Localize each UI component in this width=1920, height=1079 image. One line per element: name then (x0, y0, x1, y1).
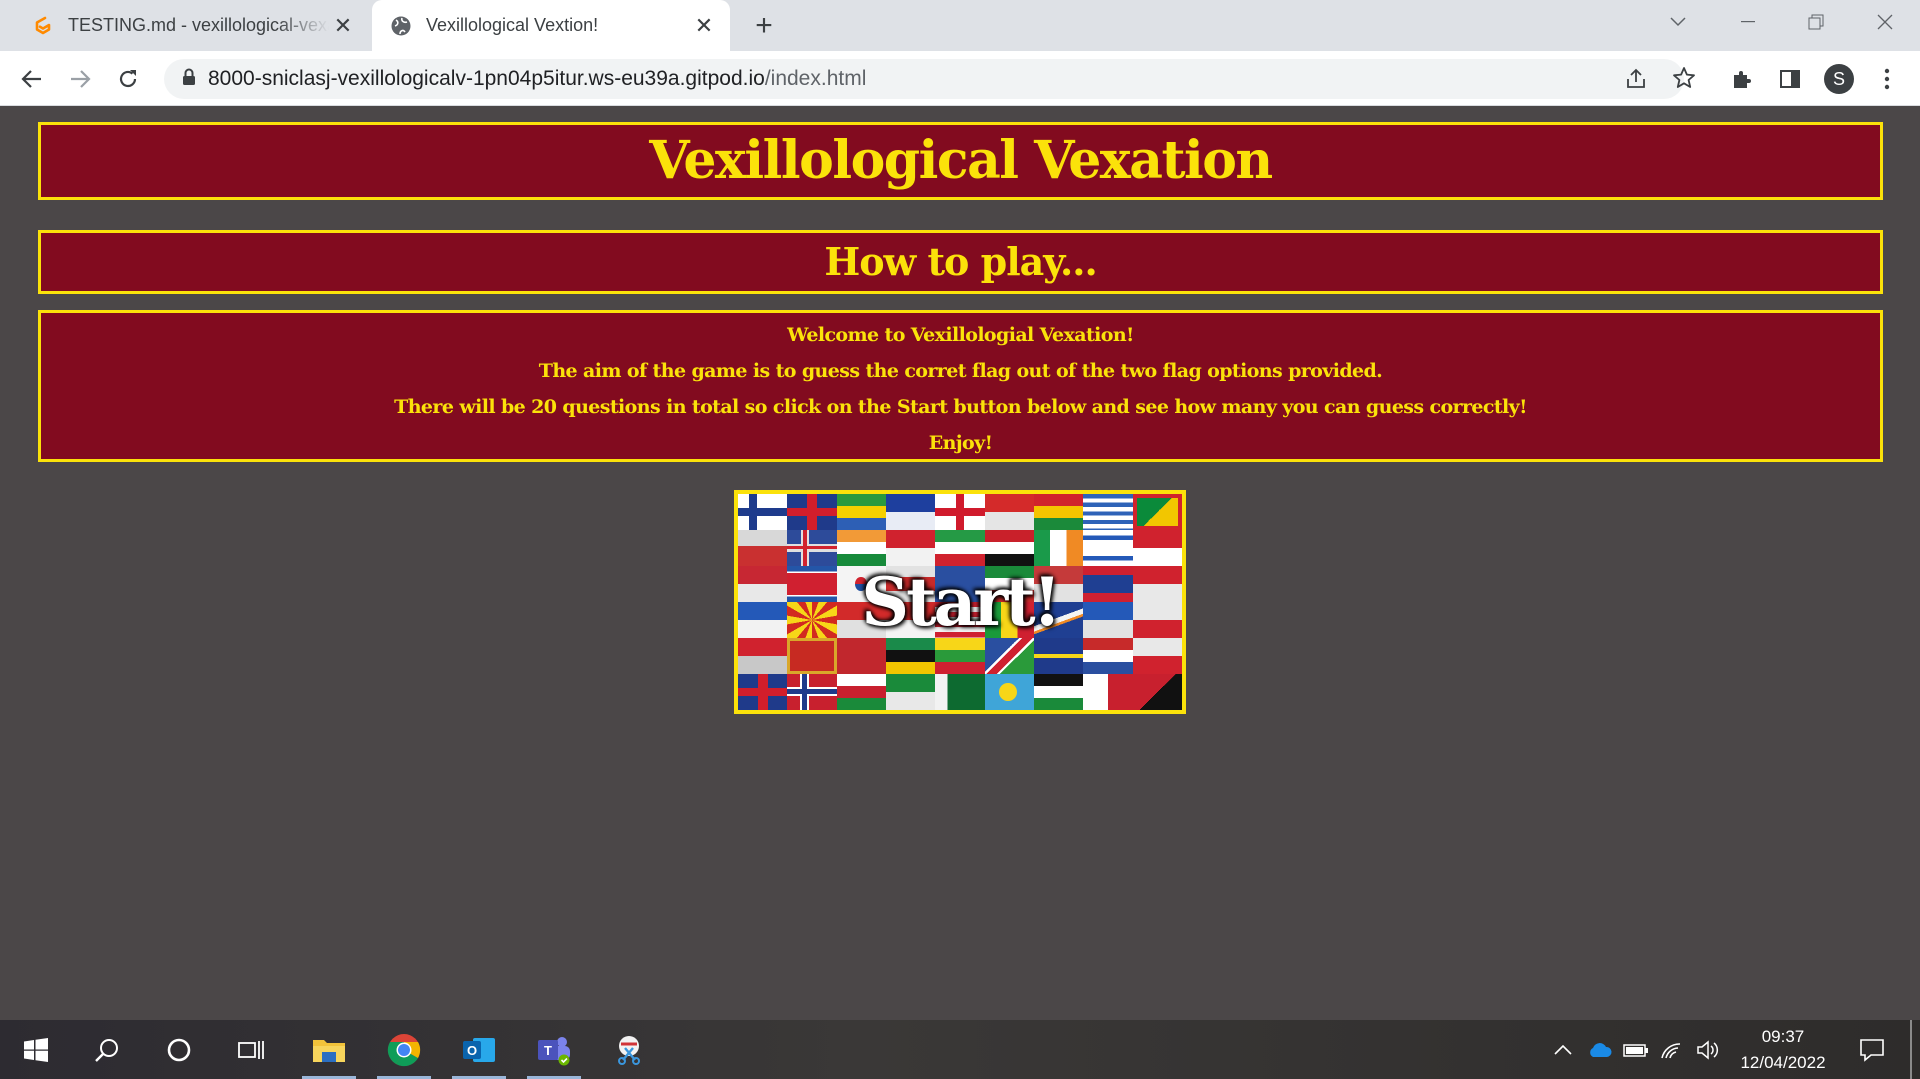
back-arrow-icon[interactable] (13, 60, 51, 98)
url-path: /index.html (764, 67, 867, 90)
browser-tab-strip: TESTING.md - vexillological-vexation ✕ V… (0, 0, 1920, 51)
kebab-menu-icon[interactable] (1868, 60, 1906, 98)
start-button[interactable]: Start! (734, 490, 1186, 714)
address-bar[interactable]: 8000-sniclasj-vexillologicalv-1pn04p5itu… (164, 59, 1695, 99)
tab-search-chevron-icon[interactable] (1648, 0, 1708, 44)
cortana-icon[interactable] (148, 1020, 210, 1079)
page-viewport: Vexillological Vexation How to play... W… (0, 106, 1920, 1020)
close-window-button[interactable] (1855, 0, 1915, 44)
title-panel: Vexillological Vexation (38, 122, 1883, 200)
onedrive-cloud-icon[interactable] (1584, 1020, 1616, 1079)
instruction-line: The aim of the game is to guess the corr… (538, 360, 1383, 382)
windows-taskbar: O T 09:37 12/04/2022 (0, 1020, 1920, 1079)
instruction-line: Enjoy! (928, 432, 993, 454)
tab-title: Vexillological Vextion! (426, 15, 599, 35)
show-hidden-icons-chevron-icon[interactable] (1548, 1020, 1578, 1079)
url-host: 8000-sniclasj-vexillologicalv-1pn04p5itu… (208, 67, 765, 90)
volume-icon[interactable] (1692, 1020, 1724, 1079)
extensions-puzzle-icon[interactable] (1723, 60, 1761, 98)
instructions-panel: Welcome to Vexillologial Vexation! The a… (38, 310, 1883, 462)
page-title: Vexillological Vexation (649, 130, 1273, 191)
restore-button[interactable] (1786, 0, 1846, 44)
search-icon[interactable] (76, 1020, 138, 1079)
clock-date: 12/04/2022 (1740, 1052, 1826, 1072)
outlook-icon[interactable]: O (448, 1020, 510, 1079)
show-desktop-button[interactable] (1910, 1020, 1912, 1079)
tab-testing-md[interactable]: TESTING.md - vexillological-vexation ✕ (14, 0, 369, 51)
instruction-line: There will be 20 questions in total so c… (394, 396, 1527, 418)
clock-time: 09:37 (1761, 1026, 1805, 1046)
wifi-icon[interactable] (1656, 1020, 1688, 1079)
windows-start-icon[interactable] (5, 1020, 67, 1079)
teams-icon[interactable]: T (523, 1020, 585, 1079)
globe-icon (390, 15, 412, 37)
share-icon[interactable] (1624, 67, 1648, 96)
how-to-panel: How to play... (38, 230, 1883, 294)
minimize-button[interactable] (1718, 0, 1778, 44)
battery-icon[interactable] (1620, 1020, 1652, 1079)
lock-icon[interactable] (182, 68, 196, 91)
side-panel-icon[interactable] (1771, 60, 1809, 98)
profile-avatar[interactable]: S (1824, 64, 1854, 94)
notifications-icon[interactable] (1852, 1020, 1892, 1079)
browser-toolbar: 8000-sniclasj-vexillologicalv-1pn04p5itu… (0, 51, 1920, 106)
forward-arrow-icon[interactable] (61, 60, 99, 98)
bookmark-star-icon[interactable] (1672, 66, 1696, 95)
new-tab-button[interactable]: + (748, 9, 780, 42)
svg-text:T: T (544, 1043, 552, 1058)
tab-vexillological[interactable]: Vexillological Vextion! ✕ (372, 0, 730, 51)
svg-text:O: O (467, 1043, 477, 1058)
close-icon[interactable]: ✕ (329, 12, 357, 40)
taskbar-clock[interactable]: 09:37 12/04/2022 (1728, 1020, 1838, 1079)
tab-title: TESTING.md - vexillological-vexation (68, 15, 329, 35)
snipping-tool-icon[interactable] (598, 1020, 660, 1079)
gitpod-icon (32, 15, 54, 37)
reload-icon[interactable] (109, 60, 147, 98)
close-icon[interactable]: ✕ (690, 12, 718, 40)
task-view-icon[interactable] (220, 1020, 282, 1079)
how-to-heading: How to play... (824, 239, 1097, 284)
file-explorer-icon[interactable] (298, 1020, 360, 1079)
start-label: Start! (861, 563, 1061, 641)
chrome-icon[interactable] (373, 1020, 435, 1079)
instruction-line: Welcome to Vexillologial Vexation! (787, 324, 1134, 346)
